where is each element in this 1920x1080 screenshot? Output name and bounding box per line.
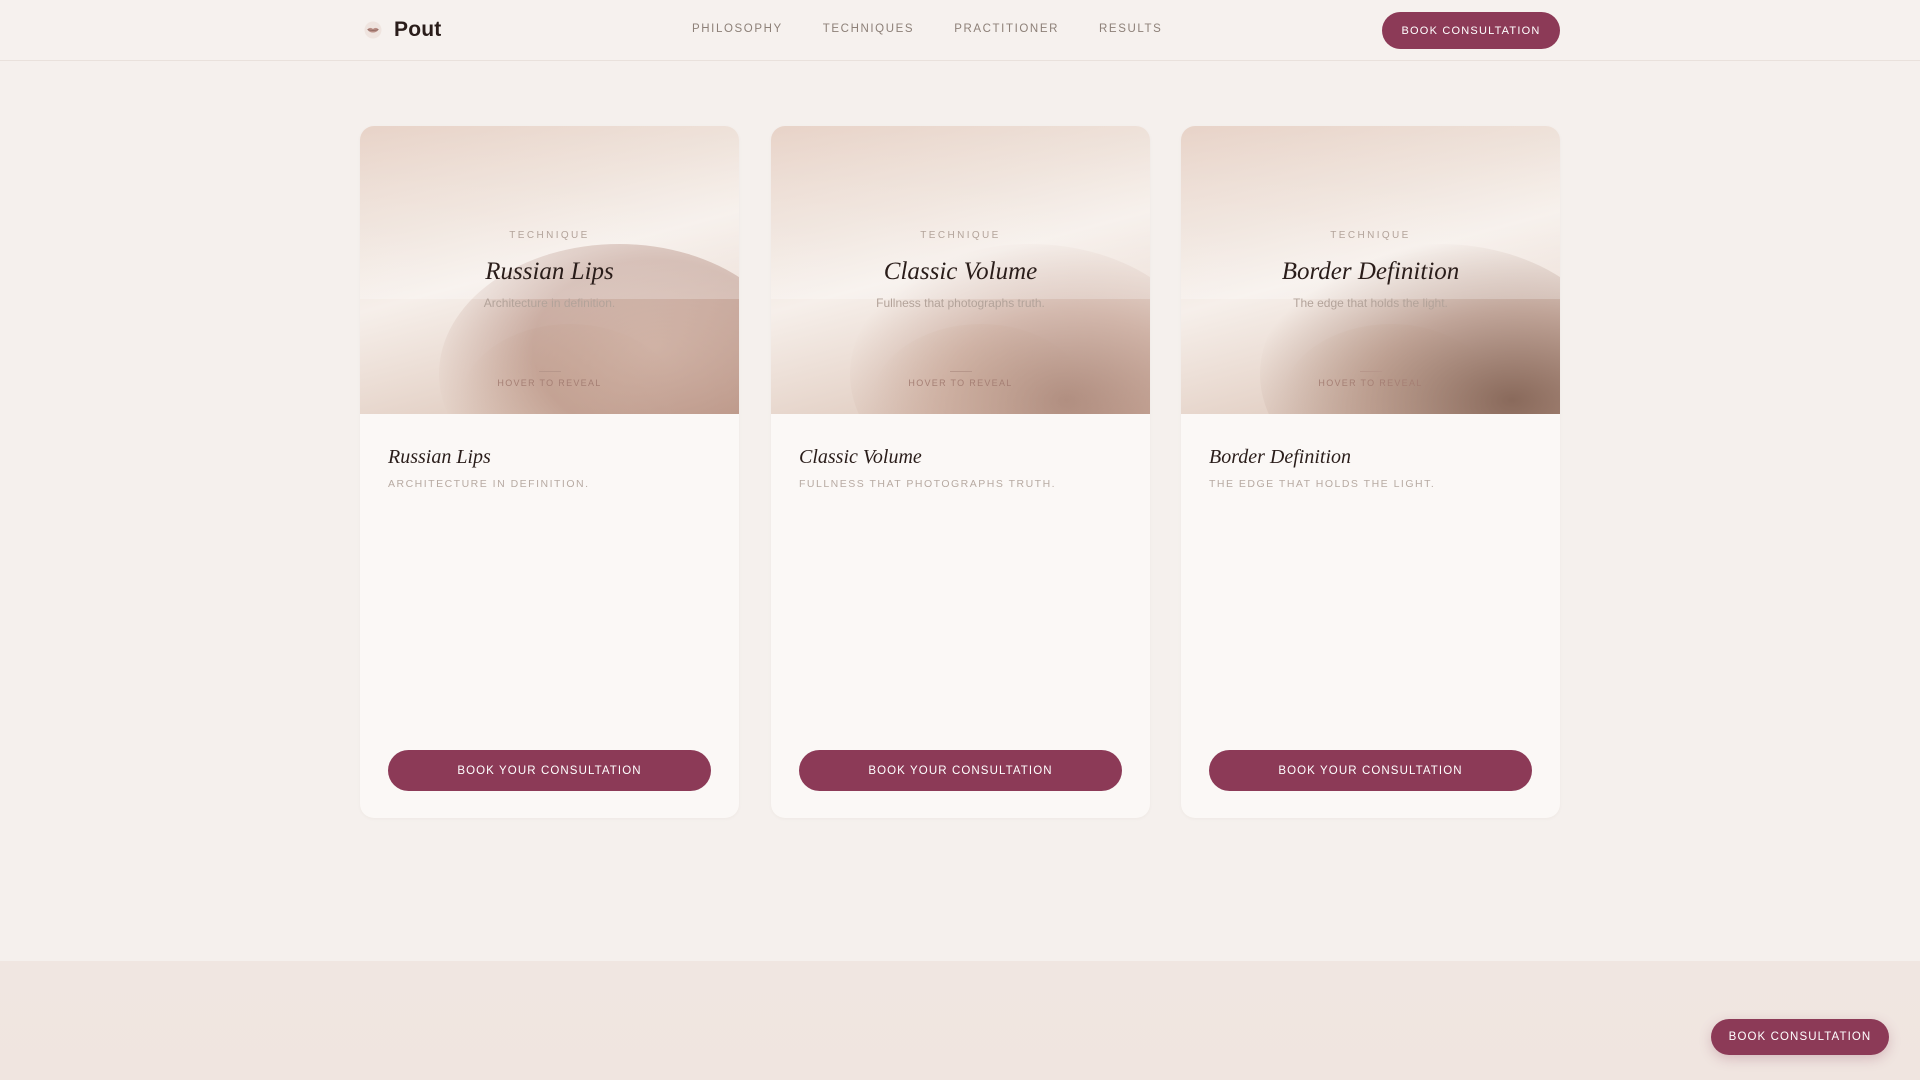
- floating-book-consultation-button[interactable]: BOOK CONSULTATION: [1711, 1019, 1889, 1055]
- card-body: Border Definition THE EDGE THAT HOLDS TH…: [1181, 414, 1560, 818]
- hero-title: Classic Volume: [883, 258, 1038, 285]
- card-hero-image[interactable]: TECHNIQUE Border Definition The edge tha…: [1181, 126, 1560, 414]
- hero-text: TECHNIQUE Russian Lips Architecture in d…: [360, 126, 739, 414]
- book-your-consultation-button[interactable]: BOOK YOUR CONSULTATION: [799, 750, 1122, 791]
- card-subtitle: FULLNESS THAT PHOTOGRAPHS TRUTH.: [799, 478, 1057, 490]
- hero-text: TECHNIQUE Classic Volume Fullness that p…: [771, 126, 1150, 414]
- book-consultation-button[interactable]: BOOK CONSULTATION: [1382, 12, 1560, 49]
- hero-eyebrow: TECHNIQUE: [1330, 230, 1411, 241]
- card-subtitle: ARCHITECTURE IN DEFINITION.: [388, 478, 590, 490]
- top-nav: Pout PHILOSOPHY TECHNIQUES PRACTITIONER …: [0, 0, 1920, 61]
- hero-eyebrow: TECHNIQUE: [509, 230, 590, 241]
- next-section-background: [0, 961, 1920, 1080]
- card-body: Russian Lips ARCHITECTURE IN DEFINITION.…: [360, 414, 739, 818]
- book-your-consultation-button[interactable]: BOOK YOUR CONSULTATION: [1209, 750, 1532, 791]
- lips-icon: [364, 21, 382, 39]
- card-hero-image[interactable]: TECHNIQUE Classic Volume Fullness that p…: [771, 126, 1150, 414]
- brand[interactable]: Pout: [364, 18, 441, 42]
- hero-title: Russian Lips: [485, 258, 614, 285]
- hero-subtitle: Fullness that photographs truth.: [876, 296, 1045, 310]
- card-body: Classic Volume FULLNESS THAT PHOTOGRAPHS…: [771, 414, 1150, 818]
- hero-eyebrow: TECHNIQUE: [920, 230, 1001, 241]
- card-title: Russian Lips: [388, 446, 491, 468]
- technique-cards: TECHNIQUE Russian Lips Architecture in d…: [360, 126, 1560, 818]
- nav-practitioner[interactable]: PRACTITIONER: [954, 23, 1059, 35]
- nav-philosophy[interactable]: PHILOSOPHY: [692, 23, 783, 35]
- card-title: Classic Volume: [799, 446, 922, 468]
- hover-hint: HOVER TO REVEAL: [497, 378, 602, 388]
- nav-results[interactable]: RESULTS: [1099, 23, 1162, 35]
- hero-title: Border Definition: [1281, 258, 1460, 285]
- hero-subtitle: The edge that holds the light.: [1293, 296, 1448, 310]
- card-title: Border Definition: [1209, 446, 1352, 468]
- hero-divider: [538, 371, 561, 372]
- hero-divider: [1359, 371, 1382, 372]
- technique-card-border-definition[interactable]: TECHNIQUE Border Definition The edge tha…: [1181, 126, 1560, 818]
- hero-subtitle: Architecture in definition.: [483, 296, 616, 310]
- card-hero-image[interactable]: TECHNIQUE Russian Lips Architecture in d…: [360, 126, 739, 414]
- hero-divider: [949, 371, 972, 372]
- technique-card-classic-volume[interactable]: TECHNIQUE Classic Volume Fullness that p…: [771, 126, 1150, 818]
- main-nav: PHILOSOPHY TECHNIQUES PRACTITIONER RESUL…: [692, 23, 1162, 35]
- nav-techniques[interactable]: TECHNIQUES: [823, 23, 914, 35]
- hero-text: TECHNIQUE Border Definition The edge tha…: [1181, 126, 1560, 414]
- technique-card-russian-lips[interactable]: TECHNIQUE Russian Lips Architecture in d…: [360, 126, 739, 818]
- card-subtitle: THE EDGE THAT HOLDS THE LIGHT.: [1209, 478, 1436, 490]
- brand-name: Pout: [394, 18, 442, 41]
- hover-hint: HOVER TO REVEAL: [908, 378, 1013, 388]
- book-your-consultation-button[interactable]: BOOK YOUR CONSULTATION: [388, 750, 711, 791]
- hover-hint: HOVER TO REVEAL: [1318, 378, 1423, 388]
